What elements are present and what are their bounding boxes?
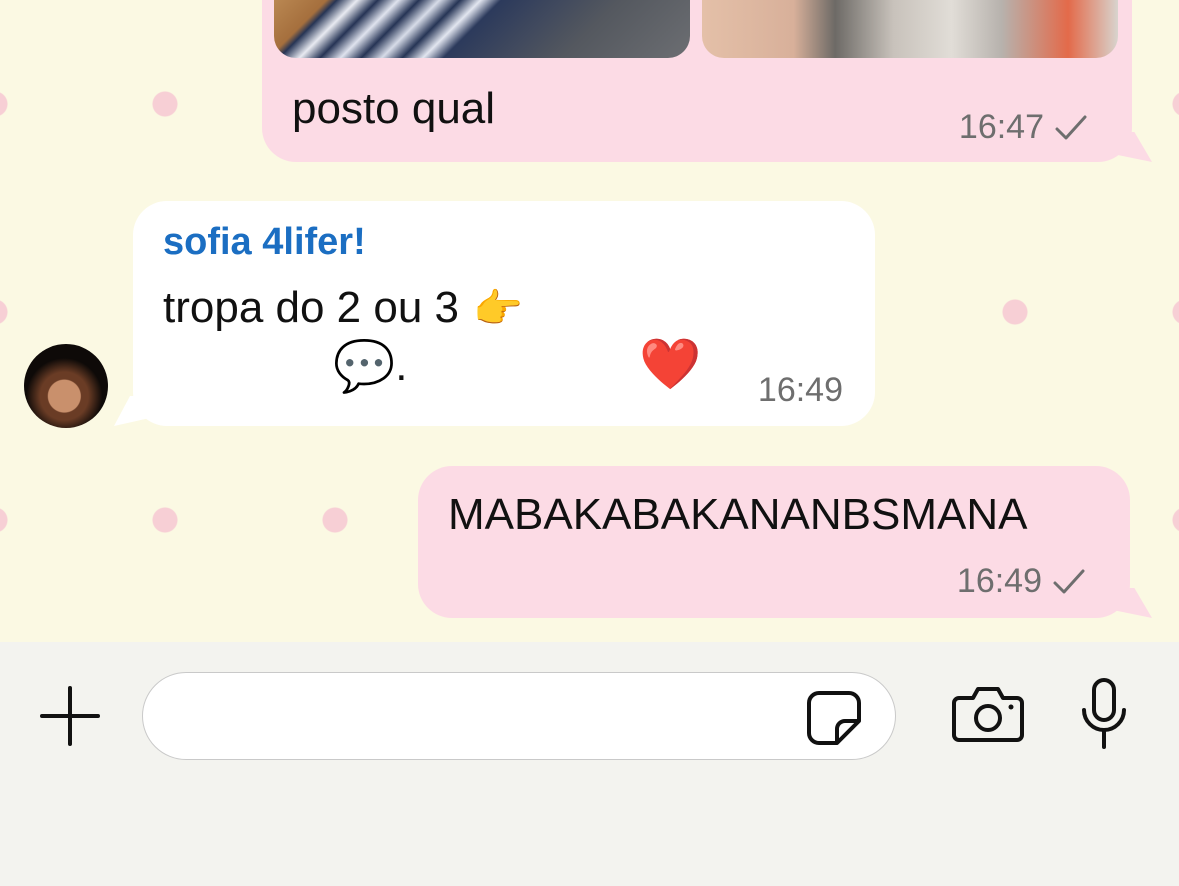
- message-meta: 16:49: [957, 562, 1086, 601]
- bubble-tail: [1108, 588, 1152, 618]
- sticker-button[interactable]: [804, 688, 864, 748]
- message-text: tropa do 2 ou 3 👉: [163, 283, 523, 333]
- message-time: 16:47: [958, 108, 1044, 146]
- microphone-button[interactable]: [1076, 676, 1132, 752]
- sender-name[interactable]: sofia 4lifer!: [163, 221, 366, 264]
- incoming-message[interactable]: sofia 4lifer! tropa do 2 ou 3 👉 💬 . ❤️ 1…: [133, 201, 875, 426]
- photo-thumbnail[interactable]: [702, 0, 1118, 58]
- heart-reaction[interactable]: ❤️: [639, 339, 701, 389]
- message-text-period: .: [395, 341, 408, 390]
- speech-bubble-emoji: 💬: [333, 338, 396, 394]
- sent-check-icon: [1055, 115, 1087, 139]
- message-text-line: 💬 .: [333, 341, 408, 391]
- message-meta: 16:47: [959, 108, 1088, 147]
- message-time: 16:49: [757, 371, 843, 409]
- chat-area[interactable]: posto qual 16:47 sofia 4lifer! tropa do …: [0, 0, 1179, 642]
- microphone-icon: [1082, 678, 1126, 749]
- camera-button[interactable]: [950, 682, 1026, 746]
- attach-button[interactable]: [36, 682, 104, 750]
- camera-icon: [952, 687, 1024, 742]
- message-meta: 16:49: [758, 371, 843, 410]
- message-time: 16:49: [956, 562, 1042, 600]
- pointing-hand-emoji: 👉: [473, 286, 523, 331]
- message-text-line: tropa do 2 ou 3: [163, 283, 460, 332]
- avatar[interactable]: [24, 344, 108, 428]
- photo-thumbnail[interactable]: [274, 0, 690, 58]
- sent-check-icon: [1053, 569, 1085, 593]
- message-input[interactable]: [142, 672, 896, 760]
- message-text: posto qual: [292, 84, 496, 133]
- plus-icon: [40, 686, 100, 746]
- outgoing-message-photos[interactable]: posto qual 16:47: [262, 0, 1132, 162]
- sticker-icon: [807, 691, 861, 745]
- outgoing-message[interactable]: MABAKABAKANANBSMANA 16:49: [418, 466, 1130, 618]
- message-text: MABAKABAKANANBSMANA: [448, 490, 1028, 539]
